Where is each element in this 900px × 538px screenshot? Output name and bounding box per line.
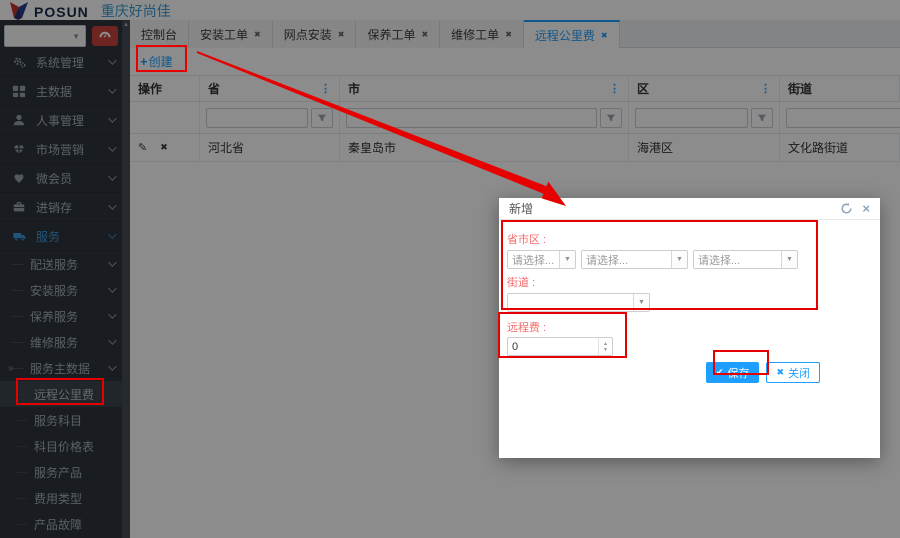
remote-fee-stepper: ▲ ▼: [507, 337, 613, 356]
spinner-buttons[interactable]: ▲ ▼: [598, 338, 612, 355]
save-button-label: 保存: [727, 367, 750, 380]
close-button[interactable]: ✖ 关闭: [766, 362, 820, 383]
close-x-icon: ✖: [776, 367, 784, 377]
dialog-close-icon[interactable]: ×: [862, 202, 870, 215]
select-placeholder: 请选择...: [698, 254, 741, 267]
check-icon: ✔: [715, 367, 724, 377]
chevron-down-icon[interactable]: ▼: [781, 251, 797, 268]
dialog-buttons-row: ✔ 保存 ✖ 关闭: [507, 362, 872, 383]
district-select[interactable]: 请选择... ▼: [693, 250, 798, 269]
region-field-label: 省市区 :: [507, 234, 547, 246]
select-placeholder: 请选择...: [512, 254, 555, 267]
chevron-down-icon[interactable]: ▼: [559, 251, 575, 268]
street-select[interactable]: ▼: [507, 293, 650, 312]
refresh-icon[interactable]: [840, 202, 853, 215]
close-button-label: 关闭: [788, 367, 810, 380]
city-select[interactable]: 请选择... ▼: [581, 250, 688, 269]
street-field-label: 街道 :: [507, 277, 536, 289]
save-button[interactable]: ✔ 保存: [705, 362, 760, 383]
spin-down-icon[interactable]: ▼: [603, 347, 608, 353]
chevron-down-icon[interactable]: ▼: [633, 294, 649, 311]
new-record-dialog: 新增 × 省市区 : 请选择... ▼ 请选择... ▼ 请选择... ▼ 街道…: [499, 198, 880, 458]
dialog-body: 省市区 : 请选择... ▼ 请选择... ▼ 请选择... ▼ 街道 : ▼ …: [499, 220, 880, 383]
region-selects-row: 请选择... ▼ 请选择... ▼ 请选择... ▼: [507, 250, 872, 269]
select-placeholder: 请选择...: [586, 254, 629, 267]
remote-fee-input[interactable]: [508, 338, 598, 355]
chevron-down-icon[interactable]: ▼: [671, 251, 687, 268]
province-select[interactable]: 请选择... ▼: [507, 250, 576, 269]
dialog-titlebar: 新增 ×: [499, 198, 880, 220]
fee-field-label: 远程费 :: [507, 322, 547, 334]
app-window: POSUN 重庆好尚佳 ▼ 系统管理 主数据 人事管理 市场营销 微会员 进销存…: [0, 0, 900, 538]
dialog-title: 新增: [509, 202, 534, 216]
street-select-row: ▼: [507, 293, 872, 312]
